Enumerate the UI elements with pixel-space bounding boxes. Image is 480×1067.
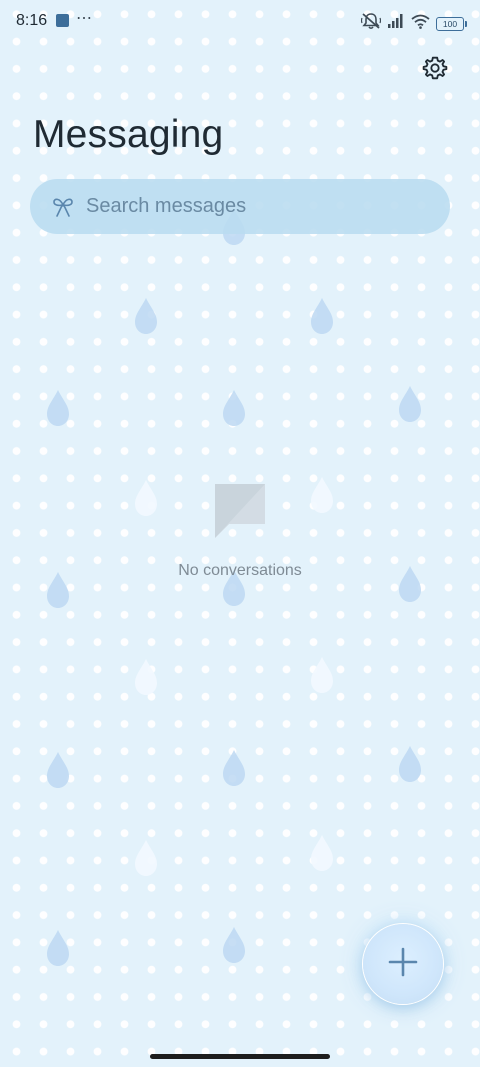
settings-button[interactable] [420,55,450,85]
gear-icon [422,55,448,86]
notification-app-icon [56,14,69,27]
system-status-icons: 100 [360,12,467,35]
battery-icon: 100 [436,16,467,31]
empty-state: No conversations [0,480,480,580]
more-notifications-icon: ⋯ [76,10,93,27]
message-bubble-icon [0,480,480,540]
home-indicator[interactable] [150,1054,330,1059]
ribbon-icon [50,194,76,220]
status-time: 8:16 [16,12,48,29]
new-conversation-button[interactable] [363,924,443,1004]
wifi-icon [411,14,430,34]
cellular-signal-icon [387,14,405,33]
status-bar: 8:16 ⋯ 100 [0,0,480,44]
search-input[interactable] [86,195,416,218]
plus-icon [387,946,419,983]
page-title: Messaging [33,113,224,156]
empty-state-text: No conversations [178,562,302,579]
silent-mode-icon [360,12,382,35]
search-bar[interactable] [30,179,450,234]
